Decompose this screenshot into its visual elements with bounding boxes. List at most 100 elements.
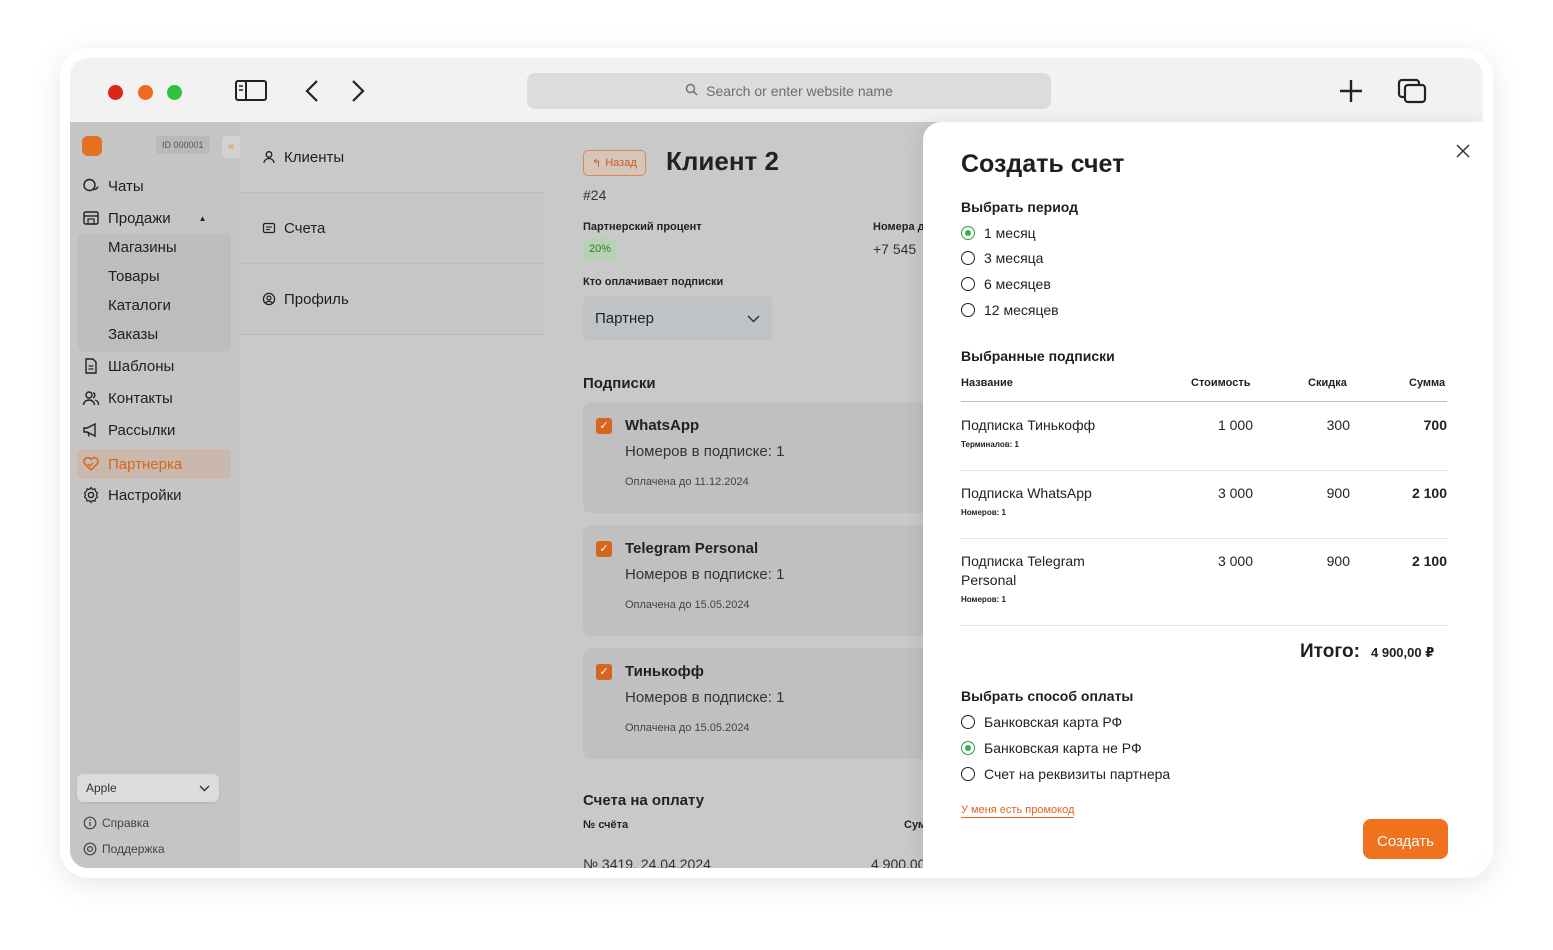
invoice-row-number[interactable]: № 3419, 24.04.2024: [583, 856, 711, 868]
row-discount: 900: [1326, 485, 1350, 501]
app-logo: [82, 136, 102, 156]
new-tab-icon[interactable]: [1336, 76, 1370, 106]
row-sum: 2 100: [1411, 553, 1447, 569]
sidebar-subitem-catalogs[interactable]: Каталоги: [108, 297, 171, 314]
payer-select[interactable]: Партнер: [583, 296, 772, 340]
subscription-name: Тинькофф: [625, 663, 704, 680]
sidebar-item-settings[interactable]: Настройки: [82, 482, 182, 508]
sidebar-item-partner[interactable]: Партнерка: [82, 451, 182, 477]
sidebar-subitem-stores[interactable]: Магазины: [108, 239, 177, 256]
payment-option-label: Банковская карта РФ: [984, 714, 1123, 730]
checkbox-checked-icon[interactable]: ✓: [596, 418, 612, 434]
radio-selected-icon[interactable]: [961, 226, 975, 240]
sidebar-toggle-icon[interactable]: [234, 76, 268, 106]
sidebar-item-templates[interactable]: Шаблоны: [82, 353, 174, 379]
period-option-label: 3 месяца: [984, 250, 1044, 266]
support-link[interactable]: Поддержка: [83, 842, 165, 856]
phone-label: Номера д: [873, 221, 925, 233]
period-option[interactable]: 12 месяцев: [961, 300, 1059, 320]
radio-icon[interactable]: [961, 277, 975, 291]
modal-title: Создать счет: [961, 150, 1125, 178]
row-cost: 3 000: [1217, 553, 1253, 569]
payer-select-value: Партнер: [595, 309, 654, 327]
back-button[interactable]: ↰ Назад: [583, 150, 646, 176]
period-option[interactable]: 1 месяц: [961, 223, 1036, 243]
close-icon[interactable]: [1455, 143, 1471, 159]
partner-percent-label: Партнерский процент: [583, 221, 702, 233]
store-select-value: Apple: [86, 781, 117, 795]
subscription-paid-until: Оплачена до 15.05.2024: [625, 722, 750, 734]
period-option[interactable]: 3 месяца: [961, 248, 1043, 268]
row-discount: 300: [1326, 417, 1350, 433]
payment-option-label: Банковская карта не РФ: [984, 740, 1142, 756]
sidebar-item-sales[interactable]: Продажи ▲: [82, 205, 207, 231]
subscription-card[interactable]: ✓ Тинькофф Номеров в подписке: 1 Оплачен…: [583, 648, 944, 759]
payment-option[interactable]: Банковская карта не РФ: [961, 738, 1142, 758]
row-name: Подписка Тинькофф: [961, 417, 1096, 433]
partner-percent-badge: 20%: [583, 238, 618, 260]
chevron-down-icon: [747, 310, 760, 327]
forward-arrow-icon[interactable]: [342, 76, 376, 106]
sidebar-item-contacts[interactable]: Контакты: [82, 385, 173, 411]
phone-value: +7 545: [873, 241, 917, 257]
radio-icon[interactable]: [961, 303, 975, 317]
handshake-icon: [83, 456, 99, 472]
row-cost: 1 000: [1217, 417, 1253, 433]
section-nav-clients[interactable]: Клиенты: [240, 122, 544, 193]
subscription-name: WhatsApp: [625, 417, 700, 434]
radio-icon[interactable]: [961, 767, 975, 781]
checkbox-checked-icon[interactable]: ✓: [596, 541, 612, 557]
sidebar-item-label: Продажи: [108, 209, 171, 227]
address-bar[interactable]: Search or enter website name: [527, 73, 1051, 109]
subscription-card[interactable]: ✓ WhatsApp Номеров в подписке: 1 Оплачен…: [583, 402, 944, 513]
promo-code-link[interactable]: У меня есть промокод: [961, 804, 1075, 818]
sidebar-subitem-orders[interactable]: Заказы: [108, 326, 158, 343]
sidebar-subitem-products[interactable]: Товары: [108, 268, 160, 285]
store-select[interactable]: Apple: [77, 774, 219, 802]
back-arrow-icon[interactable]: [298, 76, 332, 106]
support-label: Поддержка: [102, 842, 165, 856]
section-nav-empty: [240, 335, 544, 868]
create-button[interactable]: Создать: [1363, 819, 1448, 859]
sidebar-item-chats[interactable]: Чаты: [82, 173, 144, 199]
lifebuoy-icon: [83, 842, 97, 856]
period-option-label: 12 месяцев: [984, 302, 1059, 318]
subscription-numbers: Номеров в подписке: 1: [625, 443, 785, 460]
page-title: Клиент 2: [666, 146, 779, 176]
help-link[interactable]: Справка: [83, 816, 149, 830]
subscription-paid-until: Оплачена до 11.12.2024: [625, 476, 749, 488]
checkbox-checked-icon[interactable]: ✓: [596, 664, 612, 680]
tab-overview-icon[interactable]: [1396, 76, 1430, 106]
row-cost: 3 000: [1217, 485, 1253, 501]
table-header-name: Название: [961, 377, 1013, 389]
contacts-icon: [82, 391, 100, 406]
section-nav-profile[interactable]: Профиль: [240, 264, 544, 335]
radio-selected-icon[interactable]: [961, 741, 975, 755]
radio-icon[interactable]: [961, 251, 975, 265]
profile-icon: [262, 292, 276, 306]
period-heading: Выбрать период: [961, 199, 1079, 215]
sidebar-item-mailings[interactable]: Рассылки: [82, 417, 175, 443]
subscription-card[interactable]: ✓ Telegram Personal Номеров в подписке: …: [583, 525, 944, 636]
row-sum: 2 100: [1411, 485, 1447, 501]
payment-option[interactable]: Счет на реквизиты партнера: [961, 764, 1170, 784]
payment-option[interactable]: Банковская карта РФ: [961, 712, 1122, 732]
chevron-down-icon: [199, 781, 210, 795]
section-nav-invoices[interactable]: Счета: [240, 193, 544, 264]
sidebar-item-label: Шаблоны: [108, 357, 175, 375]
subscription-name: Telegram Personal: [625, 540, 759, 557]
sidebar-item-label: Рассылки: [108, 421, 176, 439]
radio-icon[interactable]: [961, 715, 975, 729]
section-nav-label: Клиенты: [284, 148, 345, 166]
sidebar-item-label: Чаты: [108, 177, 144, 195]
back-label: Назад: [605, 157, 637, 169]
minimize-window-button[interactable]: [138, 85, 153, 100]
period-option[interactable]: 6 месяцев: [961, 274, 1051, 294]
maximize-window-button[interactable]: [167, 85, 182, 100]
subscription-numbers: Номеров в подписке: 1: [625, 689, 785, 706]
table-header-divider: [961, 401, 1447, 402]
close-window-button[interactable]: [108, 85, 123, 100]
sidebar-item-label: Контакты: [108, 389, 173, 407]
main-sidebar: ID 000001 « Чаты Продажи ▲ Магазины Това…: [70, 122, 240, 868]
collapse-sidebar-button[interactable]: «: [222, 136, 240, 158]
